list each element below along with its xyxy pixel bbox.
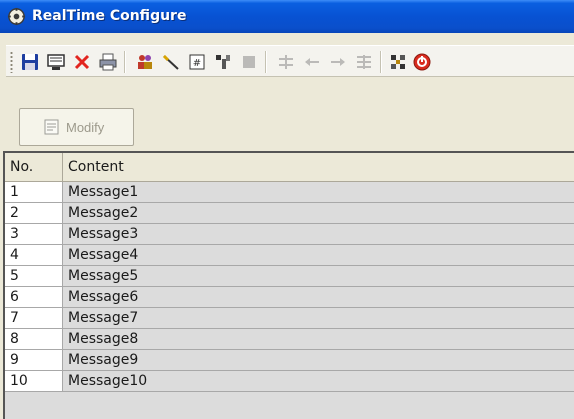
print-icon (99, 53, 117, 71)
align-bottom-button[interactable] (352, 50, 376, 74)
table-row[interactable]: 4 Message4 (5, 244, 574, 266)
users-button[interactable] (133, 50, 157, 74)
row-content[interactable]: Message4 (62, 244, 574, 266)
message-table: No. Content 1 Message1 2 Message2 3 Message… (3, 151, 574, 419)
table-row[interactable]: 1 Message1 (5, 181, 574, 203)
column-header-content[interactable]: Content (62, 153, 574, 182)
power-button[interactable] (410, 50, 434, 74)
row-content[interactable]: Message1 (62, 181, 574, 203)
window-title: RealTime Configure (32, 8, 187, 24)
network-button[interactable] (386, 50, 410, 74)
monitor-icon (47, 54, 65, 70)
row-number: 2 (5, 202, 63, 224)
arrow-right-icon (331, 58, 345, 66)
align-top-button[interactable] (274, 50, 298, 74)
toolbar-grip[interactable] (10, 51, 13, 73)
row-content[interactable]: Message7 (62, 307, 574, 329)
row-number: 3 (5, 223, 63, 245)
number-icon: # (189, 54, 205, 70)
table-row[interactable]: 9 Message9 (5, 349, 574, 371)
table-row[interactable]: 2 Message2 (5, 202, 574, 224)
column-header-no[interactable]: No. (5, 153, 63, 182)
toolbar-separator (380, 51, 382, 73)
arrow-right-button[interactable] (326, 50, 350, 74)
users-icon (138, 55, 152, 69)
table-row[interactable]: 7 Message7 (5, 307, 574, 329)
row-content[interactable]: Message5 (62, 265, 574, 287)
stop-icon (243, 56, 255, 68)
row-content[interactable]: Message10 (62, 370, 574, 392)
row-content[interactable]: Message3 (62, 223, 574, 245)
tools-button[interactable] (211, 50, 235, 74)
table-row[interactable]: 8 Message8 (5, 328, 574, 350)
number-button[interactable]: # (185, 50, 209, 74)
row-number: 5 (5, 265, 63, 287)
network-icon (391, 55, 405, 69)
align-top-icon (279, 55, 293, 69)
row-number: 4 (5, 244, 63, 266)
power-icon (413, 53, 431, 71)
toolbar-separator (124, 51, 126, 73)
app-gear-icon (7, 7, 26, 26)
table-row[interactable]: 10 Message10 (5, 370, 574, 392)
table-row[interactable]: 3 Message3 (5, 223, 574, 245)
tools-icon (216, 55, 230, 69)
stop-button[interactable] (237, 50, 261, 74)
arrow-left-icon (305, 58, 319, 66)
row-number: 7 (5, 307, 63, 329)
row-content[interactable]: Message8 (62, 328, 574, 350)
toolbar-separator (265, 51, 267, 73)
align-bottom-icon (357, 55, 371, 69)
modify-icon (44, 119, 59, 135)
table-row[interactable]: 5 Message5 (5, 265, 574, 287)
row-content[interactable]: Message9 (62, 349, 574, 371)
pencil-icon (162, 54, 179, 70)
svg-text:#: # (193, 58, 201, 69)
row-number: 8 (5, 328, 63, 350)
table-row[interactable]: 6 Message6 (5, 286, 574, 308)
modify-label: Modify (66, 119, 105, 135)
monitor-button[interactable] (44, 50, 68, 74)
row-number: 6 (5, 286, 63, 308)
row-number: 9 (5, 349, 63, 371)
delete-button[interactable] (70, 50, 94, 74)
arrow-left-button[interactable] (300, 50, 324, 74)
delete-icon (74, 54, 90, 70)
row-content[interactable]: Message2 (62, 202, 574, 224)
save-icon (22, 54, 38, 70)
modify-button[interactable]: Modify (19, 108, 134, 146)
row-number: 10 (5, 370, 63, 392)
row-number: 1 (5, 181, 63, 203)
title-bar[interactable]: RealTime Configure (0, 0, 574, 33)
toolbar: # (6, 45, 574, 77)
row-content[interactable]: Message6 (62, 286, 574, 308)
table-header-row: No. Content (5, 153, 574, 182)
pencil-button[interactable] (159, 50, 183, 74)
save-button[interactable] (18, 50, 42, 74)
print-button[interactable] (96, 50, 120, 74)
